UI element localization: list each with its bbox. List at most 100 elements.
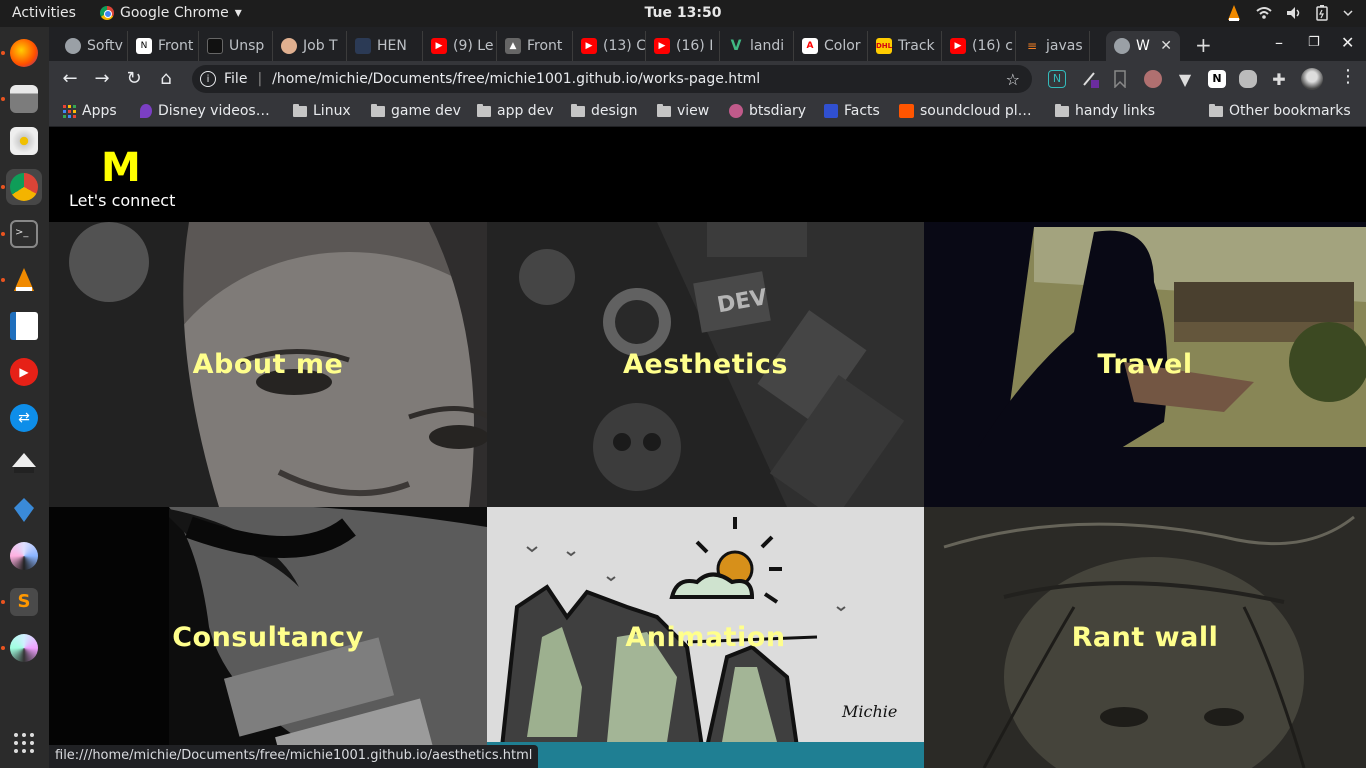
tile-animation[interactable]: Michie Animation bbox=[487, 507, 924, 768]
bookmark-folder-app-dev[interactable]: app dev bbox=[477, 103, 554, 119]
bookmark-folder-design[interactable]: design bbox=[571, 103, 637, 119]
vlc-icon[interactable] bbox=[6, 262, 42, 298]
bookmark-folder-linux[interactable]: Linux bbox=[293, 103, 351, 119]
terminal-icon[interactable]: >_ bbox=[6, 216, 42, 252]
firefox-icon[interactable] bbox=[6, 35, 42, 71]
tile-consultancy[interactable]: Consultancy bbox=[49, 507, 487, 768]
tile-label: Rant wall bbox=[1071, 622, 1219, 653]
teamviewer-icon[interactable]: ⇄ bbox=[6, 400, 42, 436]
bookmark-label: view bbox=[677, 103, 710, 119]
back-button[interactable]: ← bbox=[59, 68, 81, 89]
profile-avatar[interactable] bbox=[1301, 68, 1323, 90]
youtube-icon: ▶ bbox=[950, 38, 966, 54]
folder-icon bbox=[293, 103, 307, 117]
tab-title: Job T bbox=[303, 38, 338, 54]
blender-icon[interactable] bbox=[6, 630, 42, 666]
tab[interactable]: N Front bbox=[128, 31, 199, 61]
minimize-button[interactable]: – bbox=[1275, 33, 1283, 52]
vlc-tray-icon[interactable] bbox=[1226, 4, 1242, 22]
bookmark-folder-view[interactable]: view bbox=[657, 103, 709, 119]
kebab-menu-icon[interactable]: ⋮ bbox=[1337, 66, 1359, 87]
writer-icon[interactable] bbox=[6, 308, 42, 344]
extension-notion-web-icon[interactable]: N bbox=[1208, 70, 1226, 88]
folder-icon bbox=[371, 103, 385, 117]
youtube-icon: ▶ bbox=[581, 38, 597, 54]
bookmark-folder-other[interactable]: Other bookmarks bbox=[1209, 103, 1351, 119]
tab-active[interactable]: W ✕ bbox=[1106, 31, 1180, 61]
address-bar[interactable]: i File | /home/michie/Documents/free/mic… bbox=[192, 65, 1032, 93]
youtube-icon[interactable]: ▶ bbox=[6, 354, 42, 390]
bookmark-btsdiary[interactable]: btsdiary bbox=[729, 103, 806, 119]
stackoverflow-icon: ≡ bbox=[1026, 39, 1038, 53]
tab[interactable]: Unsp bbox=[199, 31, 273, 61]
tab[interactable]: Vlandi bbox=[720, 31, 794, 61]
disks-icon[interactable] bbox=[6, 123, 42, 159]
tile-about-me[interactable]: About me bbox=[49, 222, 487, 507]
home-button[interactable]: ⌂ bbox=[155, 68, 177, 89]
bookmark-label: Disney videos… bbox=[158, 103, 270, 119]
folder-icon bbox=[657, 103, 671, 117]
bookmark-soundcloud[interactable]: soundcloud pl… bbox=[899, 103, 1032, 119]
browser-toolbar: ← → ↻ ⌂ i File | /home/michie/Documents/… bbox=[49, 61, 1366, 96]
tab[interactable]: ▶ (13) C bbox=[573, 31, 646, 61]
url-text[interactable]: /home/michie/Documents/free/michie1001.g… bbox=[272, 71, 760, 87]
site-logo[interactable]: M bbox=[101, 145, 141, 191]
bookmark-folder-handy-links[interactable]: handy links bbox=[1055, 103, 1155, 119]
clock[interactable]: Tue 13:50 bbox=[0, 5, 1366, 21]
bookmarks-bar: Apps Disney videos… Linux game dev app d… bbox=[49, 96, 1366, 127]
lets-connect-link[interactable]: Let's connect bbox=[69, 191, 175, 210]
bookmark-facts[interactable]: Facts bbox=[824, 103, 880, 119]
youtube-icon: ▶ bbox=[654, 38, 670, 54]
bookmark-star-icon[interactable]: ☆ bbox=[1006, 70, 1020, 89]
tile-aesthetics[interactable]: DEV Aesthetics bbox=[487, 222, 924, 507]
power-menu-icon[interactable] bbox=[1342, 8, 1354, 18]
info-icon[interactable]: i bbox=[200, 71, 216, 87]
inkscape-icon[interactable] bbox=[6, 446, 42, 482]
puzzle-icon[interactable]: ✚ bbox=[1270, 70, 1288, 89]
chrome-icon[interactable] bbox=[6, 169, 42, 205]
youtube-icon: ▶ bbox=[431, 38, 447, 54]
tile-rant-wall[interactable]: Rant wall bbox=[924, 507, 1366, 768]
extension-avatar-icon[interactable] bbox=[1144, 70, 1162, 88]
tab[interactable]: ≡ javas bbox=[1016, 31, 1090, 61]
tab-title: Front bbox=[158, 38, 194, 54]
close-tab-icon[interactable]: ✕ bbox=[1160, 38, 1180, 54]
system-tray[interactable] bbox=[1226, 4, 1354, 22]
new-tab-button[interactable]: + bbox=[1195, 33, 1212, 57]
tab[interactable]: ▲ Front bbox=[497, 31, 573, 61]
show-applications-icon[interactable] bbox=[6, 725, 42, 761]
restore-button[interactable]: ❐ bbox=[1308, 35, 1320, 50]
battery-icon[interactable] bbox=[1316, 5, 1328, 21]
sublime-icon[interactable]: S bbox=[6, 584, 42, 620]
reload-button[interactable]: ↻ bbox=[123, 68, 145, 89]
crystal-icon[interactable] bbox=[6, 492, 42, 528]
tab[interactable]: ▶ (9) Le bbox=[423, 31, 497, 61]
tab[interactable]: ▶ (16) I bbox=[646, 31, 720, 61]
volume-icon[interactable] bbox=[1286, 6, 1302, 20]
tab[interactable]: A Color bbox=[794, 31, 868, 61]
tile-travel[interactable]: Travel bbox=[924, 222, 1366, 507]
extension-notion-icon[interactable]: N bbox=[1048, 70, 1066, 88]
tab[interactable]: Job T bbox=[273, 31, 347, 61]
hand-icon bbox=[281, 38, 297, 54]
tab[interactable]: DHL Track bbox=[868, 31, 942, 61]
tab[interactable]: ▶ (16) c bbox=[942, 31, 1016, 61]
tab-strip: Softv N Front Unsp Job T HEN ▶ (9) Le ▲ Fro… bbox=[49, 27, 1366, 61]
tab-title: Track bbox=[898, 38, 935, 54]
extension-storage-icon[interactable] bbox=[1239, 70, 1257, 88]
forward-button[interactable]: → bbox=[91, 68, 113, 89]
bookmark-folder-game-dev[interactable]: game dev bbox=[371, 103, 461, 119]
extension-vue-devtools-icon[interactable]: ▼ bbox=[1176, 70, 1194, 89]
extension-bookmark-icon[interactable] bbox=[1113, 70, 1131, 89]
bookmark-disney[interactable]: Disney videos… bbox=[140, 103, 270, 119]
wifi-icon[interactable] bbox=[1256, 6, 1272, 20]
extension-pen-icon[interactable] bbox=[1081, 70, 1099, 88]
folder-icon bbox=[1209, 103, 1223, 117]
bookmark-apps[interactable]: Apps bbox=[63, 103, 117, 119]
close-window-button[interactable]: ✕ bbox=[1341, 33, 1354, 52]
tab[interactable]: Softv bbox=[57, 31, 128, 61]
files-icon[interactable] bbox=[6, 81, 42, 117]
tab[interactable]: HEN bbox=[347, 31, 423, 61]
tab-title: HEN bbox=[377, 38, 407, 54]
shotwell-icon[interactable] bbox=[6, 538, 42, 574]
